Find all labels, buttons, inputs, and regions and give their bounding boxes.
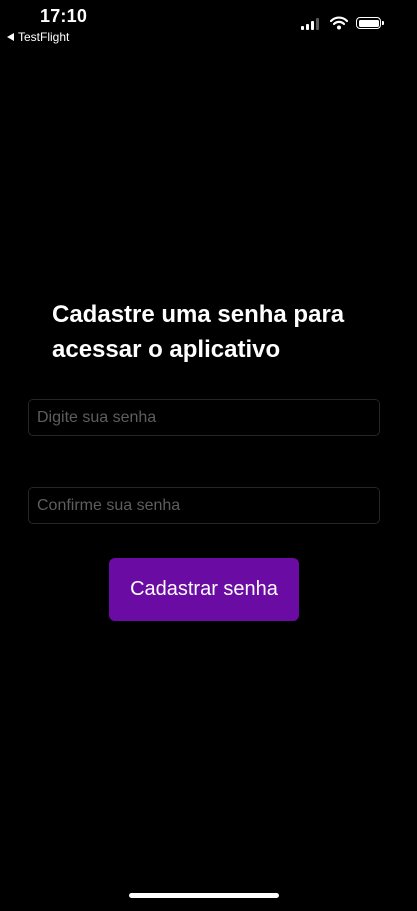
back-to-app-link[interactable]: TestFlight bbox=[7, 30, 69, 44]
battery-icon bbox=[356, 17, 384, 29]
confirm-password-input[interactable] bbox=[28, 487, 380, 524]
back-app-label: TestFlight bbox=[18, 30, 70, 44]
page-title: Cadastre uma senha para acessar o aplica… bbox=[52, 301, 345, 363]
signal-icon bbox=[301, 18, 319, 30]
status-bar: 17:10 TestFlight bbox=[0, 0, 417, 50]
wifi-icon bbox=[330, 16, 348, 30]
password-input[interactable] bbox=[28, 399, 380, 436]
home-indicator[interactable] bbox=[129, 893, 279, 898]
status-time: 17:10 bbox=[40, 6, 88, 26]
register-password-button[interactable]: Cadastrar senha bbox=[109, 558, 299, 621]
back-triangle-icon bbox=[7, 33, 14, 41]
